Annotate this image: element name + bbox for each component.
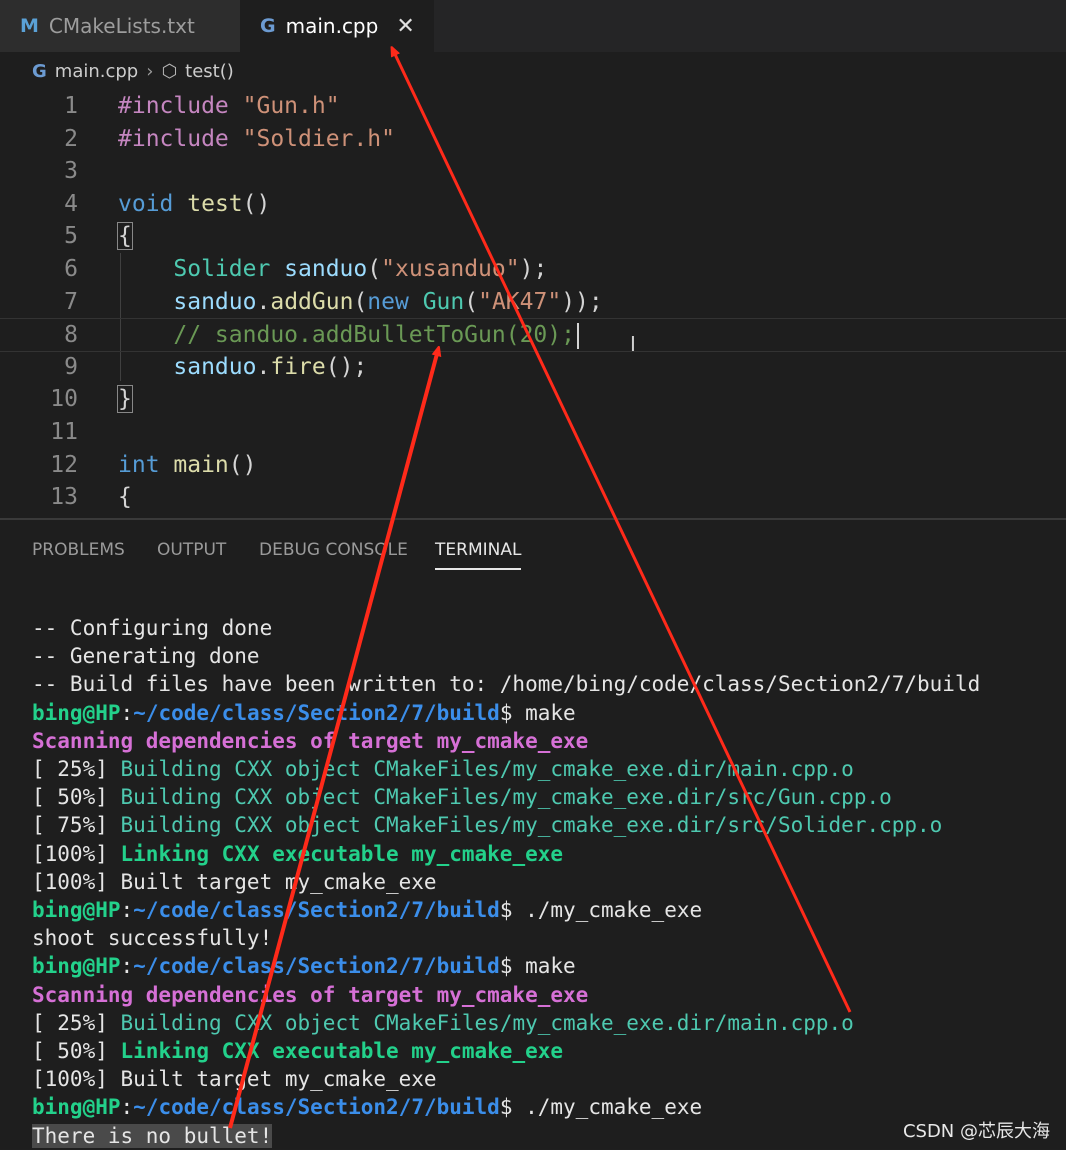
arrow-to-main-cpp-tab — [393, 50, 852, 1013]
annotation-arrows — [228, 0, 852, 1129]
arrow-to-commented-line — [228, 350, 438, 1129]
